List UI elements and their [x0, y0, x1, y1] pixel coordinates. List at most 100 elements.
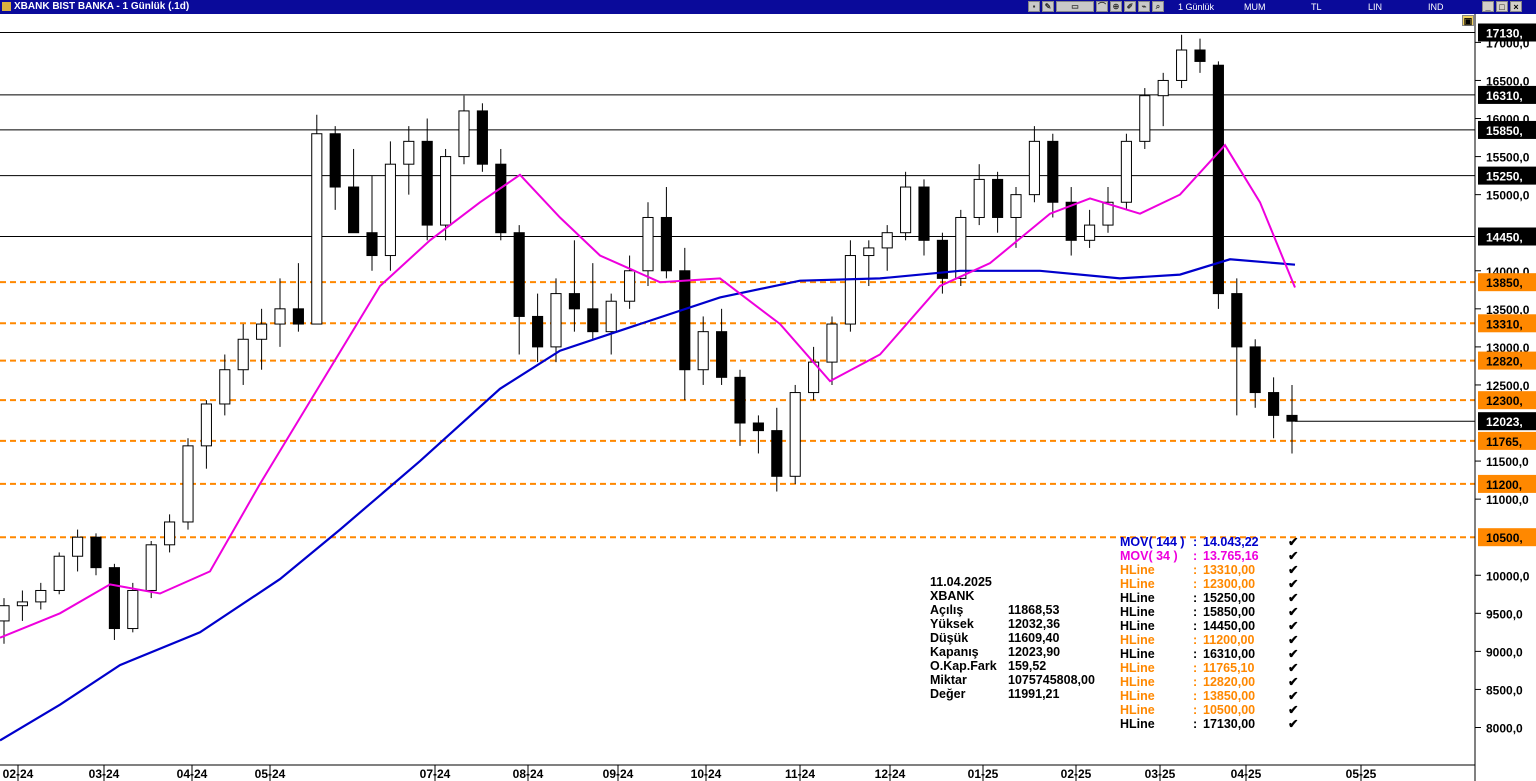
maximize-icon[interactable]: □: [1496, 1, 1508, 12]
price-chart[interactable]: 17000,016500,016000,015500,015000,014000…: [0, 14, 1536, 781]
candle: [568, 240, 580, 332]
candle: [1176, 34, 1188, 89]
pen-icon[interactable]: ✐: [1124, 1, 1136, 12]
legend-row[interactable]: HLine:13850,00 ✔: [1120, 689, 1298, 703]
hline-price-box: 13310,: [1478, 314, 1536, 333]
title-bar: XBANK BIST BANKA - 1 Günlük (.1d) ▪ ✎ ▭ …: [0, 0, 1536, 26]
candle: [1194, 38, 1206, 73]
scale-button[interactable]: LIN: [1368, 2, 1382, 12]
hline-price-box: 15250,: [1478, 166, 1536, 185]
candle: [844, 240, 856, 332]
save-icon[interactable]: ▪: [1028, 1, 1040, 12]
legend-row[interactable]: HLine:11765,10 ✔: [1120, 661, 1298, 675]
indicator-legend[interactable]: MOV( 144 ):14.043,22 ✔MOV( 34 ):13.765,16…: [1120, 535, 1298, 731]
indicator-button[interactable]: IND: [1428, 2, 1444, 12]
check-icon: ✔: [1288, 619, 1298, 633]
symbol-selector[interactable]: ▭: [1056, 1, 1094, 12]
zoom-icon[interactable]: ⊕: [1110, 1, 1122, 12]
hline-price-box: 16310,: [1478, 85, 1536, 104]
candle: [292, 263, 304, 332]
candle: [458, 95, 470, 165]
svg-text::: :: [1193, 661, 1197, 675]
legend-row[interactable]: HLine:12820,00 ✔: [1120, 675, 1298, 689]
candle: [587, 263, 599, 340]
close-icon[interactable]: ×: [1510, 1, 1522, 12]
candle: [348, 148, 360, 234]
candle: [752, 415, 764, 454]
svg-text:HLine: HLine: [1120, 619, 1155, 633]
check-icon: ✔: [1288, 717, 1298, 731]
candle: [1157, 72, 1169, 127]
x-tick-label: 12-24: [875, 767, 906, 781]
x-tick-label: 07-24: [420, 767, 451, 781]
candle: [274, 278, 286, 347]
y-tick-label: 11500,0: [1486, 455, 1529, 469]
legend-row[interactable]: HLine:13310,00 ✔: [1120, 563, 1298, 577]
x-tick-label: 02-24: [3, 767, 34, 781]
info-symbol: XBANK: [930, 589, 974, 603]
legend-row[interactable]: HLine:17130,00 ✔: [1120, 717, 1298, 731]
chart-icon[interactable]: ⌁: [1138, 1, 1150, 12]
draw-icon[interactable]: ⌒: [1096, 1, 1108, 12]
hline-price-box: 13850,: [1478, 273, 1536, 292]
candle: [605, 293, 617, 355]
last-close-box: 12023,: [1478, 412, 1536, 431]
legend-row[interactable]: HLine:16310,00 ✔: [1120, 647, 1298, 661]
candle: [734, 369, 746, 446]
currency-button[interactable]: TL: [1311, 2, 1322, 12]
candle: [1102, 187, 1114, 233]
candle: [384, 141, 396, 271]
check-icon: ✔: [1288, 563, 1298, 577]
candle: [550, 278, 562, 363]
svg-text:HLine: HLine: [1120, 647, 1155, 661]
candle: [973, 164, 985, 226]
window-title: XBANK BIST BANKA - 1 Günlük (.1d): [14, 1, 190, 12]
candle: [1028, 126, 1040, 203]
info-value: 12023,90: [1008, 645, 1060, 659]
check-icon: ✔: [1288, 549, 1298, 563]
hline-price-box: 11765,: [1478, 431, 1536, 450]
info-key: Yüksek: [930, 617, 974, 631]
svg-text:HLine: HLine: [1120, 577, 1155, 591]
svg-text::: :: [1193, 591, 1197, 605]
candle: [329, 126, 341, 210]
candle: [881, 225, 893, 271]
edit-icon[interactable]: ✎: [1042, 1, 1054, 12]
legend-row[interactable]: HLine:12300,00 ✔: [1120, 577, 1298, 591]
info-value: 11991,21: [1008, 687, 1059, 701]
legend-row[interactable]: MOV( 34 ):13.765,16 ✔: [1120, 549, 1298, 563]
minimize-icon[interactable]: _: [1482, 1, 1494, 12]
search-icon[interactable]: ⌕: [1152, 1, 1164, 12]
candle: [1084, 209, 1096, 248]
legend-row[interactable]: HLine:11200,00 ✔: [1120, 633, 1298, 647]
svg-text:15250,: 15250,: [1486, 170, 1523, 184]
svg-text:10500,: 10500,: [1486, 531, 1523, 545]
legend-row[interactable]: HLine:15850,00 ✔: [1120, 605, 1298, 619]
x-tick-label: 03-24: [89, 767, 120, 781]
legend-row[interactable]: HLine:15250,00 ✔: [1120, 591, 1298, 605]
candle: [918, 179, 930, 256]
y-tick-label: 9000,0: [1486, 645, 1523, 659]
candle: [1268, 377, 1280, 439]
svg-text:15250,00: 15250,00: [1203, 591, 1255, 605]
svg-text:17130,00: 17130,00: [1203, 717, 1255, 731]
y-tick-label: 10000,0: [1486, 569, 1530, 583]
x-tick-label: 10-24: [691, 767, 722, 781]
candle: [495, 148, 507, 241]
app-icon: [2, 2, 11, 11]
legend-row[interactable]: HLine:14450,00 ✔: [1120, 619, 1298, 633]
svg-text:HLine: HLine: [1120, 675, 1155, 689]
svg-text:13310,00: 13310,00: [1203, 563, 1255, 577]
y-tick-label: 12500,0: [1486, 379, 1530, 393]
check-icon: ✔: [1288, 675, 1298, 689]
period-button[interactable]: 1 Günlük: [1178, 2, 1214, 12]
info-value: 1075745808,00: [1008, 673, 1095, 687]
info-key: Değer: [930, 687, 966, 701]
candle: [716, 308, 728, 385]
x-tick-label: 02-25: [1061, 767, 1092, 781]
legend-row[interactable]: HLine:10500,00 ✔: [1120, 703, 1298, 717]
candle: [1286, 384, 1298, 454]
candle-mode-button[interactable]: MUM: [1244, 2, 1266, 12]
candle: [992, 171, 1004, 233]
candle: [1065, 187, 1077, 256]
